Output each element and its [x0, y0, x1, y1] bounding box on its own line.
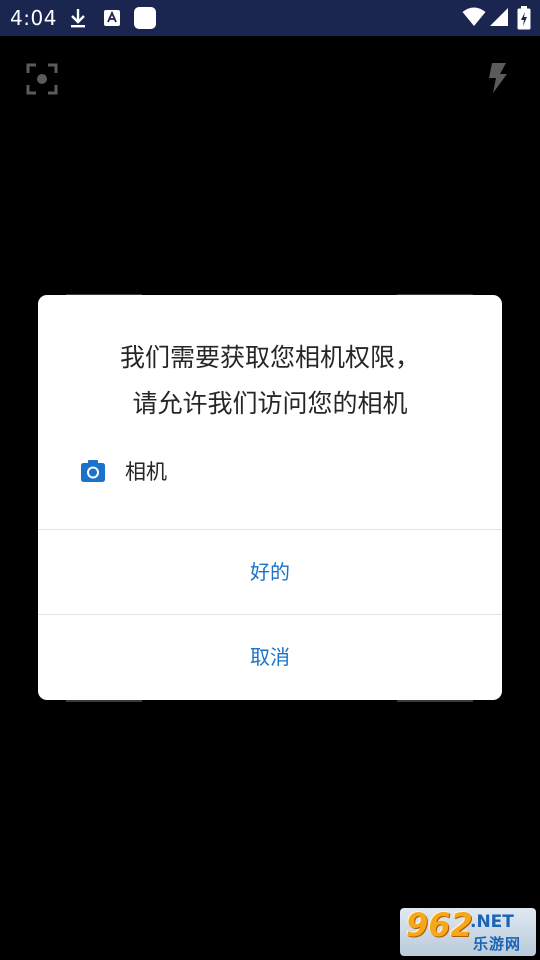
- square-icon: [133, 7, 157, 33]
- watermark-number: 962: [406, 906, 473, 944]
- flash-icon[interactable]: [487, 62, 509, 98]
- status-time: 4:04: [10, 6, 57, 30]
- permission-dialog: 我们需要获取您相机权限， 请允许我们访问您的相机 相机 好的 取消: [38, 295, 502, 700]
- permission-label: 相机: [125, 460, 167, 484]
- camera-icon: [80, 459, 106, 487]
- focus-icon[interactable]: [26, 63, 58, 99]
- dialog-title-line: 请允许我们访问您的相机: [132, 389, 408, 418]
- dialog-title: 我们需要获取您相机权限， 请允许我们访问您的相机: [62, 335, 478, 427]
- screen: 4:04 我们需要获取您相机权限， 请允许我们访问您的相机 相机 好的 取消 9…: [0, 0, 540, 960]
- cancel-button[interactable]: 取消: [38, 615, 502, 699]
- a-notification-icon: [103, 9, 121, 31]
- download-icon: [68, 7, 88, 33]
- signal-icon: [489, 7, 509, 31]
- watermark-chinese: 乐游网: [473, 935, 522, 953]
- status-bar: 4:04: [0, 0, 540, 36]
- dialog-title-line: 我们需要获取您相机权限，: [119, 343, 420, 372]
- scan-frame-corner: [66, 700, 142, 702]
- wifi-icon: [462, 7, 486, 31]
- ok-button[interactable]: 好的: [38, 530, 502, 614]
- scan-frame-corner: [397, 700, 473, 702]
- watermark-suffix: .NET: [470, 912, 514, 932]
- battery-icon: [517, 6, 531, 34]
- watermark-logo: 962 .NET 乐游网: [400, 906, 536, 956]
